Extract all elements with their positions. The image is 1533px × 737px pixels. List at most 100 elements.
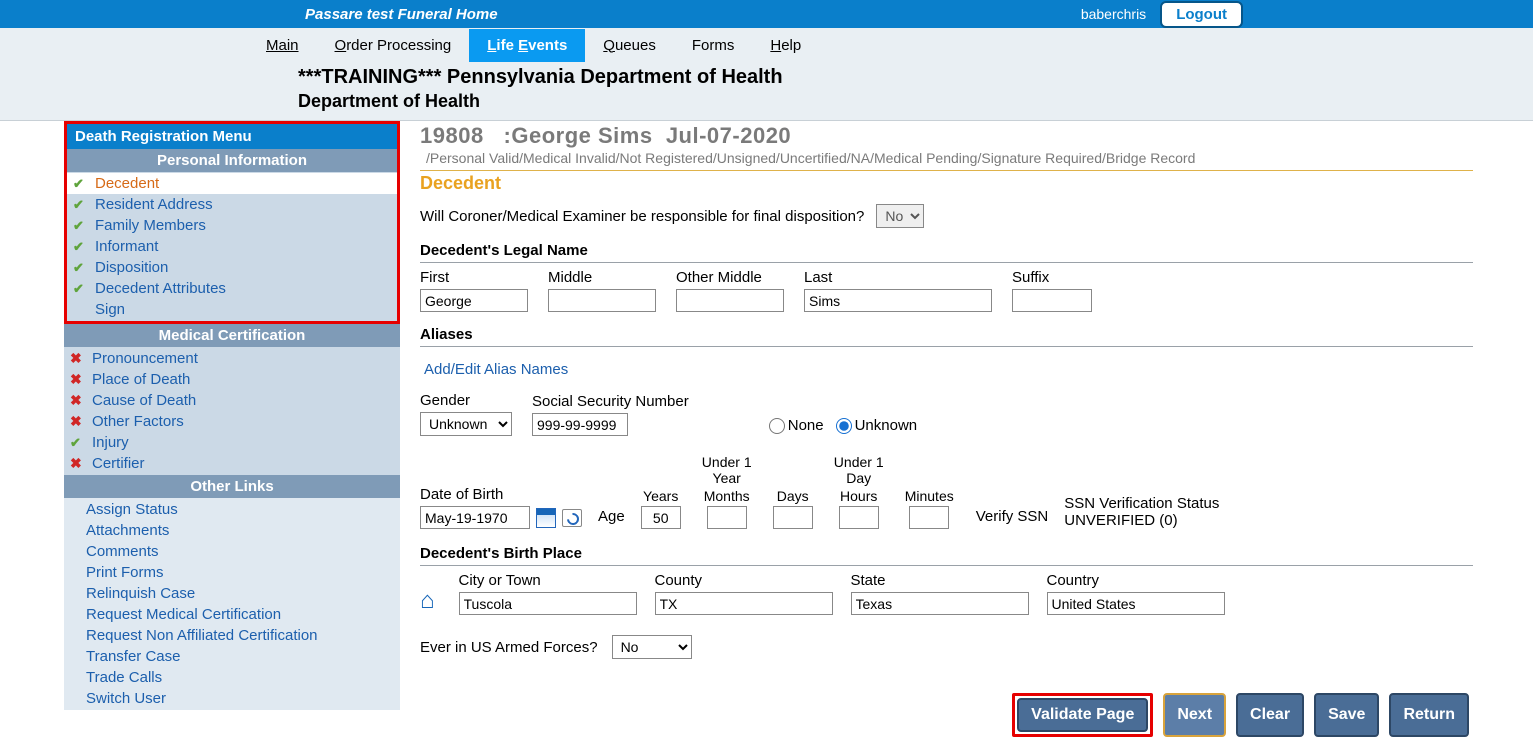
nav-help[interactable]: Help <box>752 29 819 62</box>
input-minutes[interactable] <box>909 506 949 529</box>
sidebar-item-cause-of-death[interactable]: ✖Cause of Death <box>64 390 400 411</box>
sidebar-item-request-nonaff-cert[interactable]: Request Non Affiliated Certification <box>64 625 400 646</box>
x-icon: ✖ <box>70 455 86 472</box>
home-icon: ⌂ <box>420 587 435 615</box>
sidebar-item-informant[interactable]: ✔Informant <box>67 236 397 257</box>
input-other-middle[interactable] <box>676 289 784 312</box>
check-icon: ✔ <box>70 435 86 451</box>
sidebar-item-print-forms[interactable]: Print Forms <box>64 562 400 583</box>
input-county[interactable] <box>655 592 833 615</box>
label-under1day: Under 1 Day <box>829 454 889 486</box>
sidebar-item-other-factors[interactable]: ✖Other Factors <box>64 411 400 432</box>
coroner-select[interactable]: No <box>876 204 924 228</box>
input-dob[interactable] <box>420 506 530 529</box>
sidebar-item-sign[interactable]: Sign <box>67 299 397 320</box>
label-county: County <box>655 572 833 589</box>
input-suffix[interactable] <box>1012 289 1092 312</box>
input-state[interactable] <box>851 592 1029 615</box>
sidebar-item-resident-address[interactable]: ✔Resident Address <box>67 194 397 215</box>
label-city: City or Town <box>459 572 637 589</box>
alias-link[interactable]: Add/Edit Alias Names <box>424 361 568 378</box>
x-icon: ✖ <box>70 392 86 409</box>
birthplace-header: Decedent's Birth Place <box>420 545 1473 562</box>
label-age: Age <box>598 508 625 529</box>
input-city[interactable] <box>459 592 637 615</box>
label-minutes: Minutes <box>905 488 954 504</box>
nav-forms[interactable]: Forms <box>674 29 753 62</box>
calendar-icon[interactable] <box>536 508 556 528</box>
sidebar-item-relinquish-case[interactable]: Relinquish Case <box>64 583 400 604</box>
sidebar-item-request-medical-cert[interactable]: Request Medical Certification <box>64 604 400 625</box>
sidebar-item-decedent-attributes[interactable]: ✔Decedent Attributes <box>67 278 397 299</box>
label-ssn: Social Security Number <box>532 393 689 410</box>
radio-ssn-none[interactable] <box>769 418 785 434</box>
sidebar-item-certifier[interactable]: ✖Certifier <box>64 453 400 474</box>
nav-order[interactable]: Order Processing <box>317 29 470 62</box>
validate-button[interactable]: Validate Page <box>1017 698 1148 732</box>
username-label: baberchris <box>1081 6 1146 22</box>
label-gender: Gender <box>420 392 512 409</box>
select-armed-forces[interactable]: No <box>612 635 692 659</box>
sidebar-item-place-of-death[interactable]: ✖Place of Death <box>64 369 400 390</box>
sidebar-item-family-members[interactable]: ✔Family Members <box>67 215 397 236</box>
label-hours: Hours <box>840 488 877 504</box>
check-icon: ✔ <box>73 218 89 234</box>
label-suffix: Suffix <box>1012 269 1092 286</box>
sidebar-item-transfer-case[interactable]: Transfer Case <box>64 646 400 667</box>
sidebar-item-injury[interactable]: ✔Injury <box>64 432 400 453</box>
input-middle[interactable] <box>548 289 656 312</box>
section-other-head: Other Links <box>64 475 400 498</box>
label-years: Years <box>643 488 678 504</box>
x-icon: ✖ <box>70 413 86 430</box>
radio-ssn-unknown-label[interactable]: Unknown <box>836 417 918 434</box>
sidebar-item-switch-user[interactable]: Switch User <box>64 688 400 709</box>
dept-title-2: Department of Health <box>298 91 1533 112</box>
sidebar: Death Registration Menu Personal Informa… <box>64 121 400 710</box>
nav-main[interactable]: Main <box>248 29 317 62</box>
select-gender[interactable]: Unknown <box>420 412 512 436</box>
legal-name-header: Decedent's Legal Name <box>420 242 1473 259</box>
radio-ssn-unknown[interactable] <box>836 418 852 434</box>
label-dob: Date of Birth <box>420 486 582 503</box>
coroner-question: Will Coroner/Medical Examiner be respons… <box>420 208 864 225</box>
input-last[interactable] <box>804 289 992 312</box>
radio-ssn-none-label[interactable]: None <box>769 417 824 434</box>
check-icon: ✔ <box>73 281 89 297</box>
check-icon: ✔ <box>73 176 89 192</box>
section-medical-head: Medical Certification <box>64 324 400 347</box>
input-country[interactable] <box>1047 592 1225 615</box>
nav-life-events[interactable]: Life Events <box>469 29 585 62</box>
sidebar-item-disposition[interactable]: ✔Disposition <box>67 257 397 278</box>
nav-queues[interactable]: Queues <box>585 29 674 62</box>
sidebar-item-trade-calls[interactable]: Trade Calls <box>64 667 400 688</box>
page-title: Decedent <box>420 173 1473 194</box>
sidebar-item-comments[interactable]: Comments <box>64 541 400 562</box>
input-years[interactable] <box>641 506 681 529</box>
sidebar-item-assign-status[interactable]: Assign Status <box>64 499 400 520</box>
label-middle: Middle <box>548 269 656 286</box>
sidebar-item-decedent[interactable]: ✔Decedent <box>67 173 397 194</box>
armed-forces-question: Ever in US Armed Forces? <box>420 639 598 656</box>
check-icon: ✔ <box>73 260 89 276</box>
label-days: Days <box>777 488 809 504</box>
sidebar-item-attachments[interactable]: Attachments <box>64 520 400 541</box>
ssn-status: SSN Verification Status UNVERIFIED (0) <box>1064 495 1219 529</box>
menu-title: Death Registration Menu <box>67 124 397 149</box>
input-months[interactable] <box>707 506 747 529</box>
main-nav: Main Order Processing Life Events Queues… <box>0 28 1533 62</box>
autofill-icon[interactable] <box>562 509 582 527</box>
top-bar: Passare test Funeral Home baberchris Log… <box>0 0 1533 28</box>
dept-title-1: ***TRAINING*** Pennsylvania Department o… <box>298 66 1533 89</box>
aliases-header: Aliases <box>420 326 1473 343</box>
input-ssn[interactable] <box>532 413 628 436</box>
label-state: State <box>851 572 1029 589</box>
section-personal-head: Personal Information <box>67 149 397 172</box>
sidebar-item-pronouncement[interactable]: ✖Pronouncement <box>64 348 400 369</box>
verify-ssn-link[interactable]: Verify SSN <box>976 508 1049 529</box>
check-icon: ✔ <box>73 239 89 255</box>
input-first[interactable] <box>420 289 528 312</box>
x-icon: ✖ <box>70 350 86 367</box>
input-days[interactable] <box>773 506 813 529</box>
input-hours[interactable] <box>839 506 879 529</box>
logout-button[interactable]: Logout <box>1160 1 1243 28</box>
